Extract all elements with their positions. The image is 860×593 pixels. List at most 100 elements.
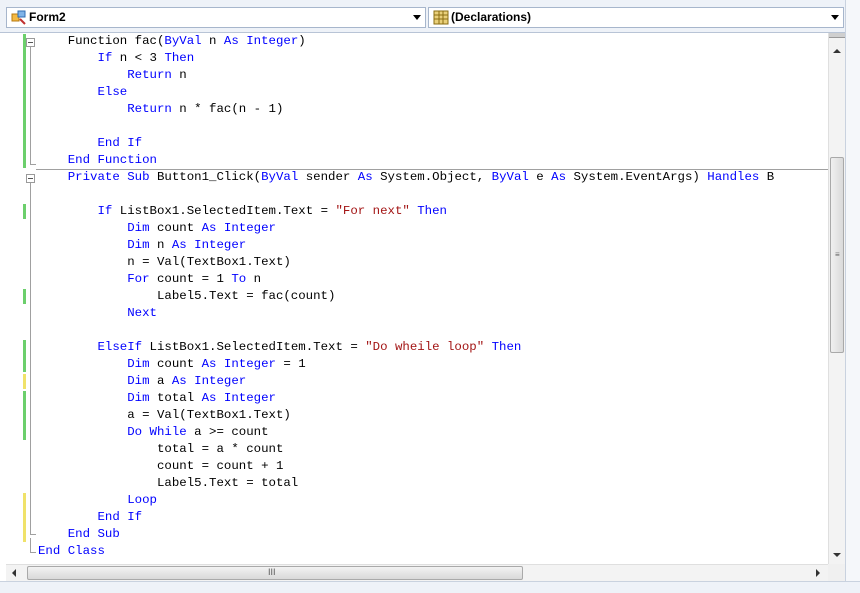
- outline-guide: [30, 552, 36, 553]
- code-line[interactable]: Else: [38, 84, 128, 101]
- code-token: sender: [298, 170, 358, 184]
- code-line[interactable]: Function fac(ByVal n As Integer): [38, 33, 306, 50]
- outline-guide: [30, 538, 31, 553]
- code-line[interactable]: Label5.Text = total: [38, 475, 298, 492]
- keyword-token: Dim: [127, 391, 150, 405]
- horizontal-scroll-thumb[interactable]: III: [27, 566, 523, 580]
- chevron-down-icon[interactable]: [831, 15, 839, 20]
- code-line[interactable]: total = a * count: [38, 441, 283, 458]
- code-line[interactable]: Dim a As Integer: [38, 373, 246, 390]
- scroll-right-arrow-icon[interactable]: [816, 569, 820, 577]
- keyword-token: End Function: [67, 153, 157, 167]
- code-token: Function fac(: [38, 34, 165, 48]
- code-line[interactable]: Do While a >= count: [38, 424, 268, 441]
- scroll-left-arrow-icon[interactable]: [12, 569, 16, 577]
- scroll-up-arrow-icon[interactable]: [833, 49, 841, 53]
- string-token: "For next": [335, 204, 410, 218]
- window-edge-panel: [845, 0, 860, 593]
- keyword-token: To: [231, 272, 247, 286]
- keyword-token: Integer: [223, 357, 276, 371]
- method-name-dropdown[interactable]: (Declarations): [428, 7, 844, 28]
- code-line[interactable]: Return n: [38, 67, 187, 84]
- code-line[interactable]: For count = 1 To n: [38, 271, 261, 288]
- keyword-token: Return: [127, 102, 172, 116]
- code-token: n: [201, 34, 224, 48]
- keyword-token: If: [97, 204, 113, 218]
- horizontal-scrollbar[interactable]: III: [6, 564, 828, 581]
- keyword-token: Then: [164, 51, 195, 65]
- code-token: Label5.Text = fac(count): [38, 289, 336, 303]
- keyword-token: As: [201, 357, 217, 371]
- keyword-token: Integer: [194, 238, 247, 252]
- class-name-dropdown[interactable]: Form2: [6, 7, 426, 28]
- split-handle[interactable]: [829, 33, 845, 38]
- change-marker: [23, 340, 26, 372]
- code-line[interactable]: a = Val(TextBox1.Text): [38, 407, 291, 424]
- code-line[interactable]: Dim count As Integer: [38, 220, 276, 237]
- keyword-token: Then: [417, 204, 447, 218]
- code-line[interactable]: End Function: [38, 152, 157, 169]
- code-token: ListBox1.SelectedItem.Text =: [142, 340, 366, 354]
- code-line[interactable]: Dim count As Integer = 1: [38, 356, 306, 373]
- keyword-token: As: [223, 34, 239, 48]
- chevron-down-icon[interactable]: [413, 15, 421, 20]
- keyword-token: Dim: [127, 374, 150, 388]
- code-token: n: [149, 238, 172, 252]
- outline-guide: [30, 47, 31, 164]
- code-line[interactable]: If n < 3 Then: [38, 50, 195, 67]
- method-name-label: (Declarations): [451, 10, 532, 24]
- keyword-token: ByVal: [491, 170, 529, 184]
- keyword-token: Integer: [223, 391, 276, 405]
- vertical-scrollbar[interactable]: ≡: [828, 33, 845, 564]
- keyword-token: As: [171, 374, 187, 388]
- code-token: n * fac(n - 1): [171, 102, 284, 116]
- vertical-scroll-thumb[interactable]: ≡: [830, 157, 844, 353]
- collapse-function-icon[interactable]: [26, 38, 35, 47]
- code-token: n < 3: [112, 51, 165, 65]
- code-line[interactable]: Dim total As Integer: [38, 390, 276, 407]
- code-line[interactable]: Return n * fac(n - 1): [38, 101, 283, 118]
- outline-guide: [30, 164, 36, 165]
- change-marker: [23, 289, 26, 304]
- code-token: total: [149, 391, 202, 405]
- code-token: = 1: [275, 357, 306, 371]
- code-line[interactable]: End If: [38, 509, 143, 526]
- code-line[interactable]: End Class: [38, 543, 105, 560]
- scroll-down-arrow-icon[interactable]: [833, 553, 841, 557]
- grip-icon: III: [268, 567, 276, 577]
- keyword-token: ByVal: [164, 34, 202, 48]
- collapse-sub-icon[interactable]: [26, 174, 35, 183]
- keyword-token: End If: [97, 136, 143, 150]
- code-line[interactable]: n = Val(TextBox1.Text): [38, 254, 291, 271]
- code-line[interactable]: End If: [38, 135, 143, 152]
- code-line[interactable]: count = count + 1: [38, 458, 283, 475]
- code-line[interactable]: Dim n As Integer: [38, 237, 246, 254]
- code-token: count = count + 1: [38, 459, 284, 473]
- change-marker: [23, 34, 26, 168]
- keyword-token: Else: [97, 85, 128, 99]
- code-line[interactable]: Loop: [38, 492, 157, 509]
- code-token: n = Val(TextBox1.Text): [38, 255, 291, 269]
- code-line[interactable]: Label5.Text = fac(count): [38, 288, 335, 305]
- code-line[interactable]: Next: [38, 305, 157, 322]
- keyword-token: Next: [127, 306, 157, 320]
- keyword-token: As: [201, 221, 217, 235]
- code-line[interactable]: Private Sub Button1_Click(ByVal sender A…: [38, 169, 774, 186]
- code-line[interactable]: ElseIf ListBox1.SelectedItem.Text = "Do …: [38, 339, 522, 356]
- code-editor[interactable]: Function fac(ByVal n As Integer) If n < …: [0, 33, 828, 564]
- code-line[interactable]: If ListBox1.SelectedItem.Text = "For nex…: [38, 203, 448, 220]
- keyword-token: Integer: [223, 221, 276, 235]
- keyword-token: For: [127, 272, 150, 286]
- change-marker: [23, 374, 26, 389]
- keyword-token: Return: [127, 68, 172, 82]
- code-line[interactable]: End Sub: [38, 526, 120, 543]
